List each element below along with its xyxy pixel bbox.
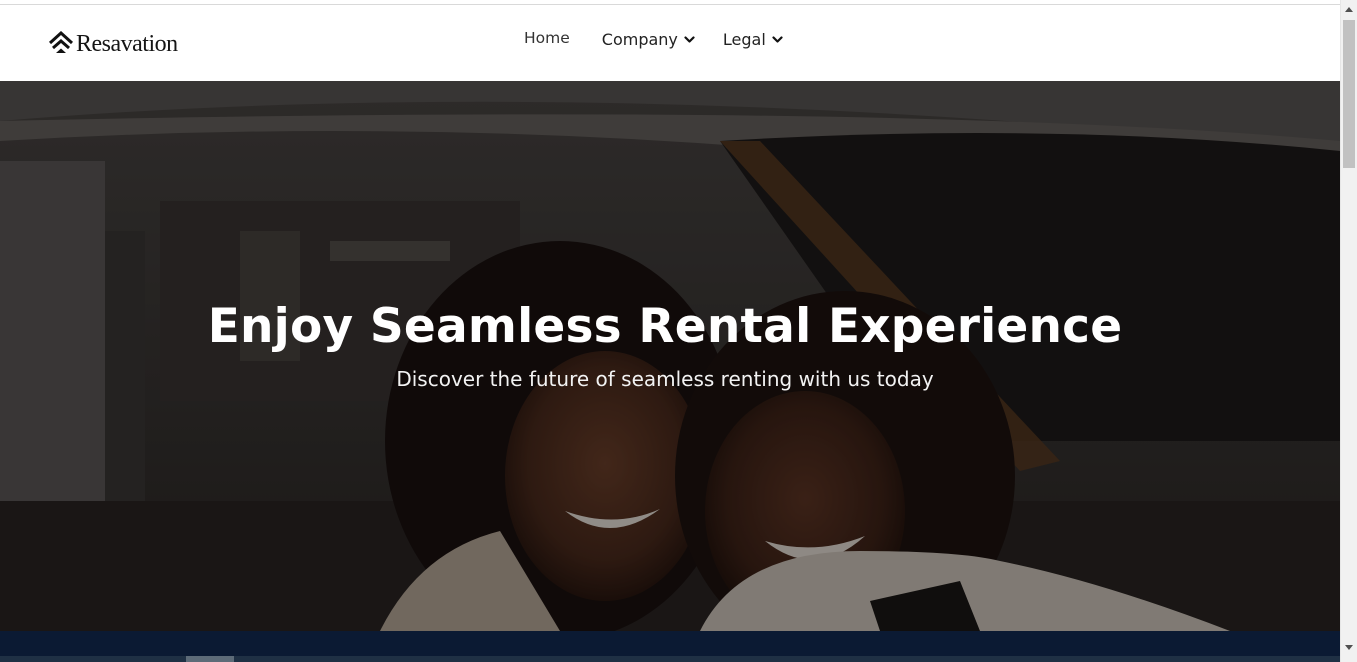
main-nav: Home Company Legal bbox=[524, 29, 783, 49]
nav-legal-dropdown[interactable]: Legal bbox=[723, 30, 783, 49]
nav-home-link[interactable]: Home bbox=[524, 29, 570, 47]
brand-name: Resavation bbox=[76, 30, 178, 57]
nav-legal-label: Legal bbox=[722, 30, 766, 49]
scrollbar-thumb[interactable] bbox=[1343, 20, 1355, 168]
hero-banner: Enjoy Seamless Rental Experience Discove… bbox=[0, 81, 1340, 631]
scroll-down-arrow-icon[interactable] bbox=[1345, 645, 1353, 650]
hero-title: Enjoy Seamless Rental Experience bbox=[207, 299, 1123, 354]
next-section-strip bbox=[0, 631, 1340, 662]
chevron-down-icon bbox=[684, 35, 695, 43]
hero-background-photo bbox=[0, 81, 1340, 631]
chevron-down-icon bbox=[772, 35, 783, 43]
site-header: Resavation Home Company Legal bbox=[0, 5, 1340, 81]
hero-subtitle: Discover the future of seamless renting … bbox=[396, 367, 934, 391]
scroll-up-arrow-icon[interactable] bbox=[1345, 7, 1353, 12]
next-section-tab bbox=[186, 656, 234, 662]
nav-company-dropdown[interactable]: Company bbox=[602, 30, 695, 49]
nav-company-label: Company bbox=[601, 30, 678, 49]
brand-logo[interactable]: Resavation bbox=[48, 30, 178, 58]
page-scrollbar[interactable] bbox=[1340, 0, 1357, 662]
nav-home-label: Home bbox=[524, 29, 570, 47]
stacked-chevrons-logo-icon bbox=[48, 31, 74, 53]
